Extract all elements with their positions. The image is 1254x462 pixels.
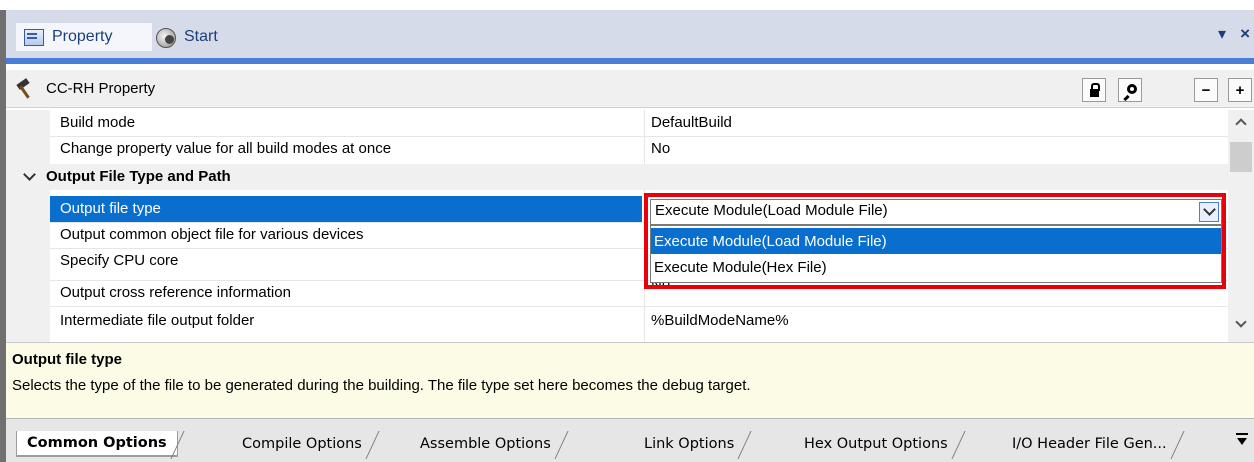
tab-label: Common Options xyxy=(27,435,167,451)
tab-separator xyxy=(1171,431,1185,457)
tab-compile-options[interactable]: Compile Options xyxy=(232,431,372,457)
expand-all-button[interactable]: + xyxy=(1228,78,1252,102)
start-icon xyxy=(154,26,178,48)
tab-overflow-menu-icon[interactable] xyxy=(1236,433,1248,447)
search-icon xyxy=(1126,83,1137,94)
tab-label: Link Options xyxy=(644,436,735,452)
document-tab-strip: Property Start ▾ × xyxy=(6,10,1254,64)
property-row-intermediate-folder[interactable]: Intermediate file output folder %BuildMo… xyxy=(50,308,1228,334)
property-value[interactable]: DefaultBuild xyxy=(651,114,732,131)
tab-assemble-options[interactable]: Assemble Options xyxy=(410,431,561,457)
category-output-file-type-and-path[interactable]: Output File Type and Path xyxy=(6,164,1228,190)
tab-label: I/O Header File Gen... xyxy=(1012,436,1167,452)
tab-separator xyxy=(555,431,569,457)
dropdown-option-load-module[interactable]: Execute Module(Load Module File) xyxy=(651,228,1221,254)
tab-start-label: Start xyxy=(184,28,218,45)
collapse-all-button[interactable]: − xyxy=(1194,78,1218,102)
find-button[interactable] xyxy=(1118,78,1142,102)
tab-separator xyxy=(738,431,752,457)
tab-separator xyxy=(171,431,185,457)
options-tab-strip: Common Options Compile Options Assemble … xyxy=(6,418,1254,462)
combobox-value: Execute Module(Load Module File) xyxy=(655,202,888,219)
window-top-margin xyxy=(0,0,1254,10)
tab-separator xyxy=(366,431,380,457)
property-panel-header: CC-RH Property − + xyxy=(6,70,1254,108)
scroll-up-icon[interactable] xyxy=(1236,116,1246,126)
lock-icon xyxy=(1089,82,1100,97)
tab-io-header-file-gen[interactable]: I/O Header File Gen... xyxy=(1002,431,1177,457)
tab-link-options[interactable]: Link Options xyxy=(634,431,744,457)
tab-common-options[interactable]: Common Options xyxy=(16,431,178,457)
property-name: Build mode xyxy=(60,114,136,131)
property-name: Specify CPU core xyxy=(60,252,179,269)
tab-label: Assemble Options xyxy=(420,436,551,452)
tab-property[interactable]: Property xyxy=(16,23,152,51)
chevron-down-icon[interactable] xyxy=(24,170,34,180)
description-title: Output file type xyxy=(12,351,122,368)
output-file-type-dropdown-list: Execute Module(Load Module File) Execute… xyxy=(650,225,1222,283)
property-icon xyxy=(22,26,46,48)
description-pane: Output file type Selects the type of the… xyxy=(6,342,1254,418)
tab-hex-output-options[interactable]: Hex Output Options xyxy=(794,431,958,457)
hammer-icon xyxy=(14,75,42,103)
property-row-build-mode[interactable]: Build mode DefaultBuild xyxy=(50,110,1228,136)
close-icon[interactable]: × xyxy=(1240,24,1250,44)
output-file-type-combobox[interactable]: Execute Module(Load Module File) xyxy=(650,199,1222,225)
tab-label: Compile Options xyxy=(242,436,362,452)
dropdown-option-hex-file[interactable]: Execute Module(Hex File) xyxy=(651,254,1221,280)
tab-start[interactable]: Start xyxy=(154,23,218,51)
property-name: Output file type xyxy=(60,200,161,217)
description-text: Selects the type of the file to be gener… xyxy=(12,377,751,394)
tab-separator xyxy=(952,431,966,457)
property-value[interactable]: %BuildModeName% xyxy=(651,312,789,329)
tab-label: Hex Output Options xyxy=(804,436,948,452)
chevron-down-icon[interactable] xyxy=(1199,202,1219,222)
property-name: Intermediate file output folder xyxy=(60,312,255,329)
vertical-scrollbar[interactable] xyxy=(1228,110,1254,342)
scroll-down-icon[interactable] xyxy=(1236,318,1246,328)
grid-gutter xyxy=(6,110,50,342)
property-value[interactable]: No xyxy=(651,140,670,157)
row-separator xyxy=(50,306,1228,307)
scroll-thumb[interactable] xyxy=(1230,142,1252,172)
property-row-change-all-build-modes[interactable]: Change property value for all build mode… xyxy=(50,136,1228,162)
property-name: Output common object file for various de… xyxy=(60,226,364,243)
property-row-cross-reference[interactable]: Output cross reference information No xyxy=(50,276,1228,306)
lock-button[interactable] xyxy=(1082,78,1106,102)
category-label: Output File Type and Path xyxy=(46,168,231,185)
property-name: Change property value for all build mode… xyxy=(60,140,392,157)
tab-list-dropdown-icon[interactable]: ▾ xyxy=(1218,24,1226,44)
panel-title: CC-RH Property xyxy=(46,80,156,97)
property-name: Output cross reference information xyxy=(60,284,291,301)
tab-property-label: Property xyxy=(52,28,113,45)
